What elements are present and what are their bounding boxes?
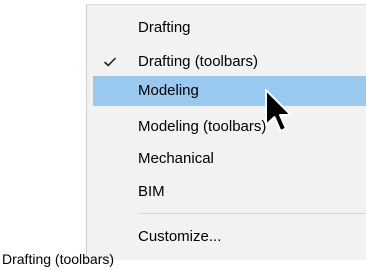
menu-item-mechanical[interactable]: Mechanical: [93, 144, 366, 174]
checkmark-icon: [104, 57, 116, 67]
menu-item-customize[interactable]: Customize...: [93, 222, 366, 252]
menu-item-label: BIM: [138, 183, 165, 200]
menu-item-label: Customize...: [138, 228, 222, 245]
menu-item-label: Modeling (toolbars): [138, 118, 267, 135]
current-workspace-label: Drafting (toolbars): [2, 251, 115, 267]
menu-separator: [138, 213, 366, 214]
menu-item-label: Modeling: [138, 82, 199, 99]
menu-item-label: Drafting (toolbars): [138, 53, 259, 70]
workspace-context-menu: Drafting Drafting (toolbars) Modeling Mo…: [86, 4, 366, 260]
menu-item-drafting-toolbars[interactable]: Drafting (toolbars): [93, 47, 366, 77]
menu-item-bim[interactable]: BIM: [93, 177, 366, 207]
menu-item-modeling[interactable]: Modeling: [93, 76, 366, 106]
mouse-pointer-icon: [265, 89, 292, 132]
menu-item-label: Mechanical: [138, 150, 214, 167]
menu-item-label: Drafting: [138, 19, 191, 36]
menu-item-modeling-toolbars[interactable]: Modeling (toolbars): [93, 112, 366, 142]
menu-item-drafting[interactable]: Drafting: [93, 13, 366, 43]
